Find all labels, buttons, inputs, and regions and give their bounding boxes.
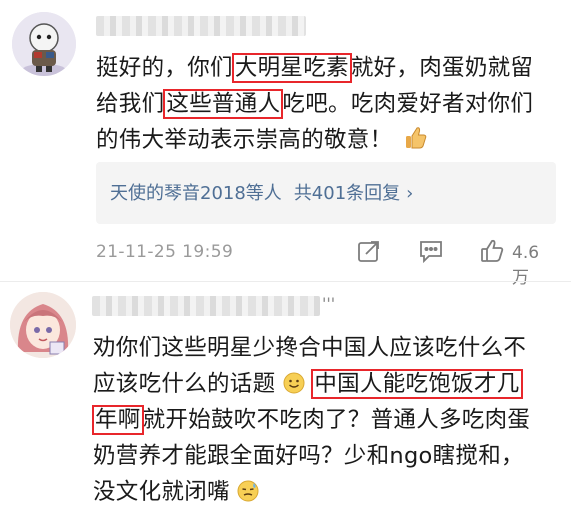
text-segment: 挺好的，你们 — [96, 55, 233, 81]
avatar[interactable] — [12, 12, 76, 76]
comment-icon[interactable] — [418, 238, 444, 264]
sweat-emoji — [237, 480, 259, 502]
reply-summary[interactable]: 天使的琴音2018等人 共401条回复 › — [110, 179, 413, 205]
text-segment: 奶营养才能跟全面好吗？少和ngo瞎搅和， — [93, 443, 524, 469]
thumbs-up-icon[interactable] — [480, 238, 506, 264]
text-segment: 劝你们这些明星少搀合中国人应该吃什么不 — [93, 335, 527, 361]
comment-line-4: 奶营养才能跟全面好吗？少和ngo瞎搅和， — [93, 438, 553, 474]
reply-count[interactable]: 共401条回复 — [294, 183, 400, 204]
username-blurred[interactable] — [96, 16, 306, 36]
comment-line-2: 应该吃什么的话题 中国人能吃饱饭才几 — [93, 366, 553, 402]
comment-2: ''' 劝你们这些明星少搀合中国人应该吃什么不 应该吃什么的话题 中国人能吃饱饭… — [0, 282, 571, 505]
highlighted-text: 中国人能吃饱饭才几 — [311, 369, 523, 399]
highlighted-text: 年啊 — [92, 405, 144, 435]
comment-line-5: 没文化就闭嘴 — [93, 474, 553, 510]
comment-line-3: 的伟大举动表示崇高的敬意！ — [96, 122, 556, 158]
reply-users[interactable]: 天使的琴音2018等人 — [110, 183, 282, 204]
avatar-robot-image — [12, 12, 76, 76]
smile-emoji — [283, 372, 305, 394]
text-segment: 就开始鼓吹不吃肉了？普通人多吃肉蛋 — [142, 407, 531, 433]
chevron-right-icon: › — [406, 183, 414, 204]
reply-summary-box[interactable]: 天使的琴音2018等人 共401条回复 › — [96, 162, 556, 224]
highlighted-text: 大明星吃素 — [231, 53, 352, 83]
comment-text: 劝你们这些明星少搀合中国人应该吃什么不 应该吃什么的话题 中国人能吃饱饭才几 年… — [92, 330, 553, 510]
thumbs-up-emoji — [405, 127, 427, 149]
text-segment: 就好，肉蛋奶就留 — [350, 55, 534, 81]
comment-meta-bar: 21-11-25 19:59 4.6万 — [96, 234, 556, 288]
timestamp: 21-11-25 19:59 — [96, 242, 234, 262]
text-segment: 应该吃什么的话题 — [93, 371, 276, 397]
comment-line-1: 劝你们这些明星少搀合中国人应该吃什么不 — [93, 330, 553, 366]
comment-line-3: 年啊就开始鼓吹不吃肉了？普通人多吃肉蛋 — [92, 402, 553, 438]
highlighted-text: 这些普通人 — [163, 89, 284, 119]
comment-line-1: 挺好的，你们大明星吃素就好，肉蛋奶就留 — [96, 50, 556, 86]
share-icon[interactable] — [356, 238, 382, 264]
comment-text: 挺好的，你们大明星吃素就好，肉蛋奶就留 给我们这些普通人吃吧。吃肉爱好者对你们 … — [96, 50, 556, 158]
text-segment: 的伟大举动表示崇高的敬意！ — [96, 127, 393, 153]
username-suffix: ''' — [322, 294, 336, 313]
comment-line-2: 给我们这些普通人吃吧。吃肉爱好者对你们 — [96, 86, 556, 122]
avatar[interactable] — [10, 292, 76, 358]
username-blurred[interactable] — [92, 296, 320, 316]
text-segment: 吃吧。吃肉爱好者对你们 — [282, 91, 534, 117]
text-segment: 给我们 — [96, 91, 165, 117]
avatar-anime-girl-image — [10, 292, 76, 358]
comment-1: 挺好的，你们大明星吃素就好，肉蛋奶就留 给我们这些普通人吃吧。吃肉爱好者对你们 … — [0, 0, 571, 288]
text-segment: 没文化就闭嘴 — [93, 479, 230, 505]
